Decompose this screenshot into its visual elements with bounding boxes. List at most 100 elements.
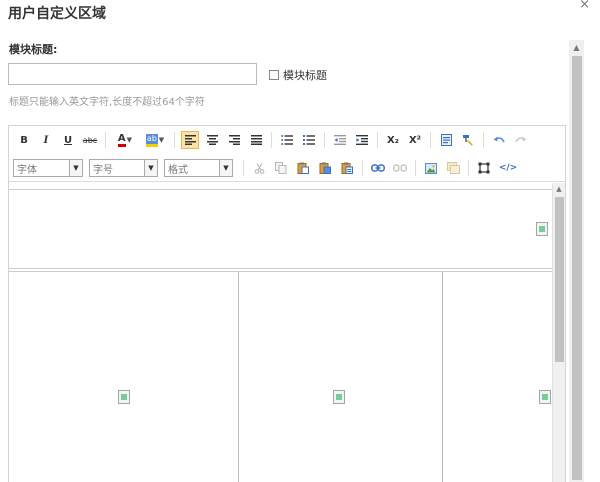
paste-button[interactable] — [294, 159, 312, 177]
content-columns — [9, 271, 552, 482]
images-icon — [446, 162, 460, 174]
fullscreen-icon — [478, 162, 490, 174]
paste-text-icon — [319, 162, 331, 174]
multi-image-button[interactable] — [444, 159, 462, 177]
dialog-title: 用户自定义区域 — [8, 6, 106, 22]
font-color-button[interactable]: A ▼ — [112, 131, 138, 149]
justify-button[interactable] — [247, 131, 265, 149]
toolbar-divider — [483, 132, 484, 148]
insert-image-button[interactable] — [422, 159, 440, 177]
toolbar-divider — [430, 132, 431, 148]
fullscreen-button[interactable] — [475, 159, 493, 177]
format-painter-icon — [463, 135, 473, 146]
ordered-list-button[interactable] — [300, 131, 318, 149]
italic-button[interactable]: I — [37, 131, 55, 149]
document-icon — [440, 134, 452, 146]
undo-button[interactable] — [490, 131, 508, 149]
content-column[interactable] — [239, 272, 443, 482]
toolbar-row-1: B I U abc A ▼ ab ▼ X₂ X² — [13, 129, 532, 151]
copy-icon — [275, 162, 287, 174]
editor-content[interactable] — [9, 183, 552, 482]
scrollbar-thumb[interactable] — [572, 56, 582, 480]
align-left-icon — [184, 135, 196, 145]
font-color-icon: A — [117, 133, 126, 147]
dialog-scrollbar[interactable]: ▲ — [569, 40, 584, 482]
copy-button[interactable] — [272, 159, 290, 177]
link-icon — [371, 164, 385, 172]
font-size-value: 字号 — [93, 164, 113, 176]
editor-scrollbar[interactable]: ▲ — [552, 183, 565, 482]
highlight-color-button[interactable]: ab ▼ — [142, 131, 168, 149]
toolbar-divider — [377, 132, 378, 148]
paste-word-button[interactable] — [338, 159, 356, 177]
paste-text-button[interactable] — [316, 159, 334, 177]
editor-toolbar: B I U abc A ▼ ab ▼ X₂ X² 字体 ▼ 字号 ▼ 格式 ▼ … — [9, 126, 565, 182]
redo-button[interactable] — [512, 131, 530, 149]
module-title-label: 模块标题: — [9, 43, 58, 56]
unlink-icon — [393, 164, 407, 172]
undo-icon — [493, 136, 505, 143]
rich-text-editor: B I U abc A ▼ ab ▼ X₂ X² 字体 ▼ 字号 ▼ 格式 ▼ … — [8, 125, 566, 482]
font-family-select[interactable]: 字体 ▼ — [13, 159, 83, 177]
format-value: 格式 — [168, 164, 188, 176]
unordered-list-button[interactable] — [278, 131, 296, 149]
indent-button[interactable] — [353, 131, 371, 149]
module-title-checkbox[interactable]: 模块标题 — [269, 67, 327, 83]
chevron-down-icon[interactable]: ▼ — [69, 160, 82, 176]
paragraph-button[interactable] — [437, 131, 455, 149]
toolbar-divider — [271, 132, 272, 148]
toolbar-divider — [174, 132, 175, 148]
broken-image-icon[interactable] — [118, 390, 130, 404]
content-column[interactable] — [443, 272, 552, 482]
broken-image-icon[interactable] — [333, 390, 345, 404]
font-family-value: 字体 — [17, 164, 37, 176]
align-left-button[interactable] — [181, 131, 199, 149]
broken-image-icon[interactable] — [539, 390, 551, 404]
toolbar-divider — [243, 160, 244, 176]
chevron-down-icon[interactable]: ▼ — [219, 160, 232, 176]
link-button[interactable] — [369, 159, 387, 177]
justify-icon — [250, 135, 262, 145]
title-hint: 标题只能输入英文字符,长度不超过64个字符 — [9, 97, 205, 108]
scissors-icon — [254, 162, 264, 174]
format-select[interactable]: 格式 ▼ — [164, 159, 233, 177]
bold-button[interactable]: B — [15, 131, 33, 149]
superscript-button[interactable]: X² — [406, 131, 424, 149]
module-title-input[interactable] — [8, 63, 257, 85]
numbered-list-icon — [303, 135, 315, 145]
toolbar-row-2: 字体 ▼ 字号 ▼ 格式 ▼ </> — [13, 157, 521, 179]
toolbar-divider — [324, 132, 325, 148]
content-column[interactable] — [9, 272, 239, 482]
chevron-down-icon: ▼ — [126, 136, 133, 144]
paste-icon — [297, 162, 309, 174]
format-painter-button[interactable] — [459, 131, 477, 149]
align-center-button[interactable] — [203, 131, 221, 149]
top-content-block[interactable] — [9, 189, 552, 269]
cut-button[interactable] — [250, 159, 268, 177]
subscript-button[interactable]: X₂ — [384, 131, 402, 149]
unlink-button[interactable] — [391, 159, 409, 177]
close-icon[interactable]: × — [579, 0, 590, 12]
scroll-up-icon[interactable]: ▲ — [569, 40, 584, 54]
toolbar-divider — [468, 160, 469, 176]
underline-button[interactable]: U — [59, 131, 77, 149]
scrollbar-thumb[interactable] — [555, 197, 564, 362]
checkbox-box[interactable] — [269, 70, 279, 80]
paste-word-icon — [341, 162, 353, 174]
align-right-button[interactable] — [225, 131, 243, 149]
scroll-up-icon[interactable]: ▲ — [553, 183, 565, 195]
strikethrough-button[interactable]: abc — [81, 131, 99, 149]
align-center-icon — [206, 135, 218, 145]
indent-icon — [356, 135, 368, 145]
toolbar-divider — [105, 132, 106, 148]
chevron-down-icon[interactable]: ▼ — [144, 160, 157, 176]
checkbox-label: 模块标题 — [283, 69, 327, 82]
toolbar-divider — [415, 160, 416, 176]
outdent-button[interactable] — [331, 131, 349, 149]
font-size-select[interactable]: 字号 ▼ — [89, 159, 158, 177]
image-icon — [425, 162, 437, 174]
highlight-icon: ab — [145, 133, 158, 147]
broken-image-icon[interactable] — [536, 222, 548, 236]
source-code-button[interactable]: </> — [497, 159, 519, 177]
bullet-list-icon — [281, 135, 293, 145]
